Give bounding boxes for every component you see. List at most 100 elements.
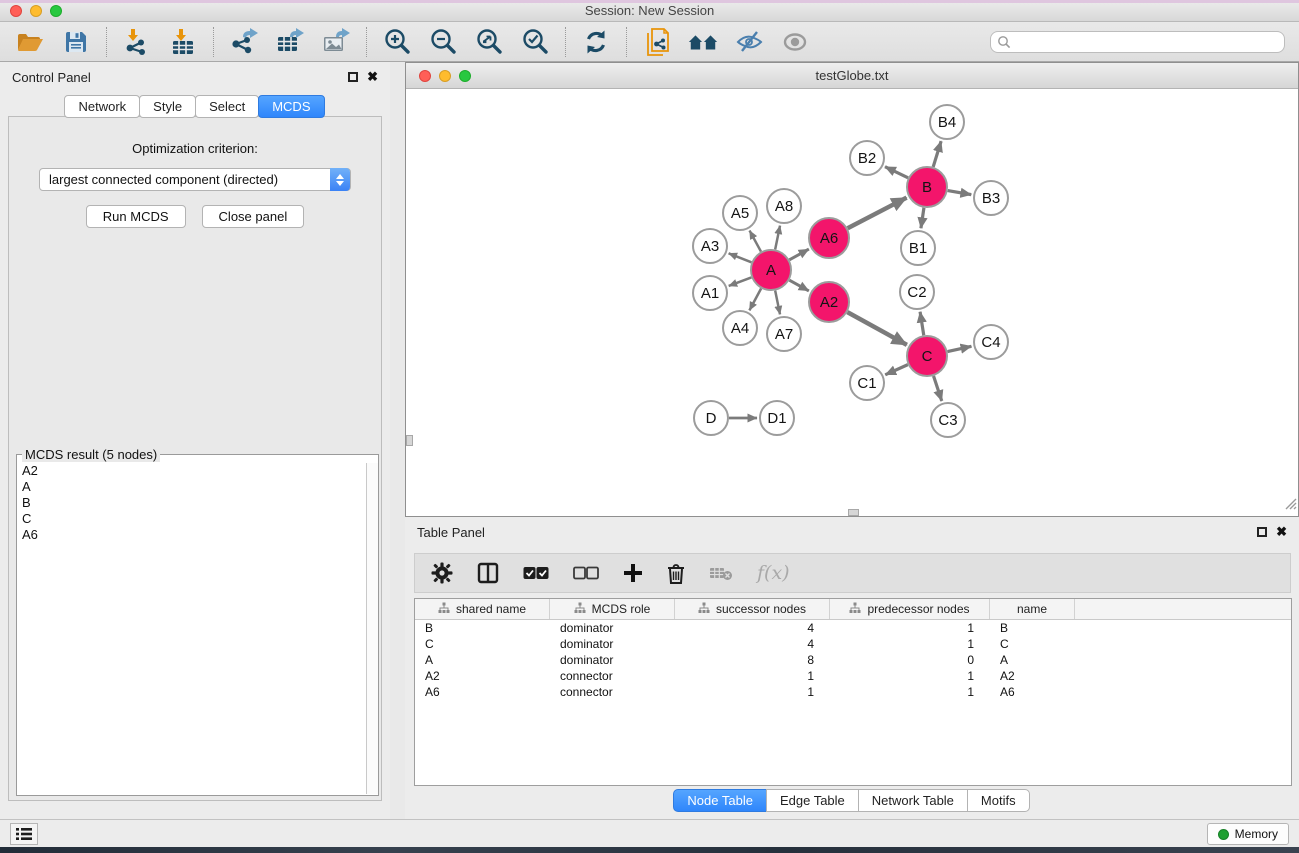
- export-table-icon[interactable]: [274, 26, 306, 58]
- table-settings-gear-icon[interactable]: [431, 562, 453, 584]
- graph-node-A8[interactable]: A8: [767, 189, 801, 223]
- cell-successor-nodes[interactable]: 4: [675, 620, 830, 636]
- edge-B-B3[interactable]: [948, 191, 972, 195]
- edge-A-A8[interactable]: [775, 226, 780, 250]
- window-resize-grip[interactable]: [1283, 496, 1297, 515]
- export-network-icon[interactable]: [228, 26, 260, 58]
- graph-node-B3[interactable]: B3: [974, 181, 1008, 215]
- cell-predecessor-nodes[interactable]: 0: [830, 652, 990, 668]
- cell-name[interactable]: A: [990, 652, 1075, 668]
- edge-C-C4[interactable]: [948, 346, 972, 351]
- show-column-icon[interactable]: [477, 562, 499, 584]
- edge-A-A1[interactable]: [729, 277, 752, 286]
- graph-node-D[interactable]: D: [694, 401, 728, 435]
- birdseye-handle-left[interactable]: [406, 435, 413, 446]
- cell-name[interactable]: C: [990, 636, 1075, 652]
- cell-successor-nodes[interactable]: 4: [675, 636, 830, 652]
- cell-MCDS-role[interactable]: dominator: [550, 652, 675, 668]
- graph-node-A[interactable]: A: [751, 250, 791, 290]
- graph-node-A2[interactable]: A2: [809, 282, 849, 322]
- graph-node-A4[interactable]: A4: [723, 311, 757, 345]
- delete-column-icon[interactable]: [667, 563, 685, 584]
- criterion-dropdown[interactable]: largest connected component (directed): [39, 168, 351, 191]
- graph-node-A6[interactable]: A6: [809, 218, 849, 258]
- birdseye-handle-bottom[interactable]: [848, 509, 859, 516]
- graph-node-C4[interactable]: C4: [974, 325, 1008, 359]
- table-row[interactable]: A2connector11A2: [415, 668, 1291, 684]
- new-network-from-selection-icon[interactable]: [641, 26, 673, 58]
- close-table-panel-icon[interactable]: ✖: [1276, 527, 1287, 537]
- tab-network-table[interactable]: Network Table: [858, 789, 968, 812]
- result-item[interactable]: A: [18, 479, 365, 495]
- memory-button[interactable]: Memory: [1207, 823, 1289, 845]
- close-panel-icon[interactable]: ✖: [367, 72, 378, 82]
- column-header-successor-nodes[interactable]: successor nodes: [675, 599, 830, 619]
- cell-name[interactable]: A2: [990, 668, 1075, 684]
- import-network-icon[interactable]: [121, 26, 153, 58]
- cell-predecessor-nodes[interactable]: 1: [830, 668, 990, 684]
- column-header-predecessor-nodes[interactable]: predecessor nodes: [830, 599, 990, 619]
- edge-A-A3[interactable]: [729, 253, 752, 262]
- network-minimize-button[interactable]: [439, 70, 451, 82]
- edge-A-A7[interactable]: [775, 291, 780, 315]
- cell-name[interactable]: A6: [990, 684, 1075, 700]
- edge-B-B1[interactable]: [921, 208, 924, 228]
- result-item[interactable]: C: [18, 511, 365, 527]
- graph-node-B[interactable]: B: [907, 167, 947, 207]
- edge-A2-C[interactable]: [847, 312, 906, 345]
- cell-shared-name[interactable]: C: [415, 636, 550, 652]
- cell-predecessor-nodes[interactable]: 1: [830, 684, 990, 700]
- create-column-icon[interactable]: [623, 563, 643, 583]
- tab-mcds[interactable]: MCDS: [258, 95, 324, 118]
- graph-node-A7[interactable]: A7: [767, 317, 801, 351]
- result-list-scrollbar[interactable]: [366, 463, 378, 794]
- cell-name[interactable]: B: [990, 620, 1075, 636]
- cell-shared-name[interactable]: A: [415, 652, 550, 668]
- cell-shared-name[interactable]: A6: [415, 684, 550, 700]
- hide-selected-icon[interactable]: [733, 26, 765, 58]
- edge-C-C2[interactable]: [920, 312, 924, 335]
- graph-node-D1[interactable]: D1: [760, 401, 794, 435]
- float-table-panel-icon[interactable]: [1257, 527, 1267, 537]
- graph-node-A5[interactable]: A5: [723, 196, 757, 230]
- zoom-selected-icon[interactable]: [519, 26, 551, 58]
- network-graph[interactable]: B4B2BB3A8A5A6A3B1AC2A1A2A4A7C4CC1C3DD1: [406, 89, 1298, 516]
- close-panel-button[interactable]: Close panel: [202, 205, 305, 228]
- tab-style[interactable]: Style: [139, 95, 196, 118]
- graph-node-B1[interactable]: B1: [901, 231, 935, 265]
- dropdown-stepper-icon[interactable]: [330, 168, 350, 191]
- edge-A-A5[interactable]: [750, 231, 761, 252]
- tab-motifs[interactable]: Motifs: [967, 789, 1030, 812]
- cell-MCDS-role[interactable]: dominator: [550, 620, 675, 636]
- graph-node-B2[interactable]: B2: [850, 141, 884, 175]
- network-canvas[interactable]: B4B2BB3A8A5A6A3B1AC2A1A2A4A7C4CC1C3DD1: [406, 89, 1298, 516]
- edge-A6-B[interactable]: [848, 198, 907, 229]
- table-row[interactable]: Adominator80A: [415, 652, 1291, 668]
- open-session-icon[interactable]: [14, 26, 46, 58]
- result-item[interactable]: B: [18, 495, 365, 511]
- save-session-icon[interactable]: [60, 26, 92, 58]
- edge-A-A6[interactable]: [789, 249, 808, 260]
- table-row[interactable]: Bdominator41B: [415, 620, 1291, 636]
- export-image-icon[interactable]: [320, 26, 352, 58]
- maximize-window-button[interactable]: [50, 5, 62, 17]
- float-panel-icon[interactable]: [348, 72, 358, 82]
- show-all-icon[interactable]: [779, 26, 811, 58]
- graph-node-C2[interactable]: C2: [900, 275, 934, 309]
- zoom-fit-icon[interactable]: [473, 26, 505, 58]
- zoom-out-icon[interactable]: [427, 26, 459, 58]
- minimize-window-button[interactable]: [30, 5, 42, 17]
- graph-node-A1[interactable]: A1: [693, 276, 727, 310]
- table-row[interactable]: Cdominator41C: [415, 636, 1291, 652]
- cell-shared-name[interactable]: A2: [415, 668, 550, 684]
- table-row[interactable]: A6connector11A6: [415, 684, 1291, 700]
- column-header-shared-name[interactable]: shared name: [415, 599, 550, 619]
- network-close-button[interactable]: [419, 70, 431, 82]
- tab-select[interactable]: Select: [195, 95, 259, 118]
- result-item[interactable]: A2: [18, 463, 365, 479]
- cell-successor-nodes[interactable]: 8: [675, 652, 830, 668]
- graph-node-B4[interactable]: B4: [930, 105, 964, 139]
- refresh-icon[interactable]: [580, 26, 612, 58]
- column-header-name[interactable]: name: [990, 599, 1075, 619]
- cell-predecessor-nodes[interactable]: 1: [830, 636, 990, 652]
